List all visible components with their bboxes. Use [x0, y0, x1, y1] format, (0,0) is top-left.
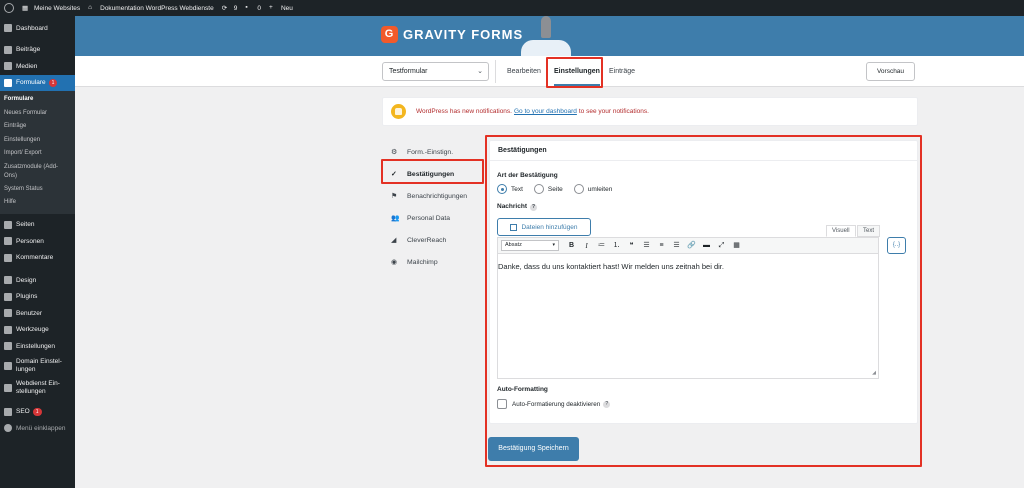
- seo-badge: 1: [32, 407, 42, 416]
- submenu-system-status[interactable]: System Status: [0, 183, 75, 197]
- brush-icon: [4, 276, 12, 285]
- mailchimp-icon: ◉: [391, 259, 397, 266]
- divider: [495, 60, 496, 83]
- updates-link[interactable]: ⟳ 9: [222, 4, 238, 13]
- pin-icon: [4, 45, 12, 54]
- settings-icon: [4, 342, 12, 351]
- gravity-forms-logo-icon: G: [381, 26, 398, 43]
- sites-icon: ▦: [22, 4, 29, 12]
- sidebar-item-users[interactable]: Benutzer: [0, 305, 75, 322]
- comment-icon: ▪: [245, 3, 248, 11]
- rocket-icon: [541, 16, 551, 38]
- gear-icon: ⚙: [391, 149, 398, 156]
- plus-icon: +: [268, 3, 273, 11]
- settings-nav-cleverreach[interactable]: ◢ CleverReach: [380, 229, 480, 251]
- submenu-addons[interactable]: Zusatzmodule (Add-Ons): [0, 161, 70, 183]
- sidebar-item-posts[interactable]: Beiträge: [0, 42, 75, 59]
- form-switcher[interactable]: Testformular ⌄: [382, 62, 489, 81]
- dashboard-link[interactable]: Go to your dashboard: [514, 108, 577, 115]
- people-icon: 👥: [391, 215, 400, 222]
- sidebar-item-people[interactable]: Personen: [0, 233, 75, 250]
- wrench-icon: [4, 325, 12, 334]
- sidebar-item-forms[interactable]: Formulare 1: [0, 74, 75, 91]
- sidebar-item-dashboard[interactable]: Dashboard: [0, 20, 75, 37]
- sidebar-item-comments[interactable]: Kommentare: [0, 250, 75, 267]
- tab-edit[interactable]: Bearbeiten: [507, 68, 541, 75]
- notification-notice: WordPress has new notifications. Go to y…: [382, 97, 918, 126]
- sidebar-item-pages[interactable]: Seiten: [0, 217, 75, 234]
- comments-link[interactable]: ▪ 0: [245, 4, 261, 13]
- admin-bar: ▦ Meine Websites ⌂ Dokumentation WordPress…: [0, 0, 1024, 16]
- submenu-help[interactable]: Hilfe: [0, 196, 75, 210]
- settings-nav-mailchimp[interactable]: ◉ Mailchimp: [380, 251, 480, 273]
- preview-button[interactable]: Vorschau: [866, 62, 915, 81]
- site-name-link[interactable]: ⌂ Dokumentation WordPress Webdienste: [88, 4, 214, 13]
- admin-sidebar: Dashboard Beiträge Medien Formulare 1 For…: [0, 16, 75, 488]
- forms-icon: [4, 78, 12, 87]
- forms-badge: 1: [48, 78, 58, 87]
- gravity-forms-logo: G GRAVITY FORMS: [381, 26, 523, 43]
- cleverreach-icon: ◢: [391, 237, 397, 244]
- seo-icon: [4, 407, 12, 416]
- flag-icon: ⚑: [391, 193, 398, 200]
- sidebar-item-seo[interactable]: SEO 1: [0, 404, 75, 421]
- sidebar-item-settings[interactable]: Einstellungen: [0, 338, 75, 355]
- highlight-settings-tab: [546, 57, 603, 88]
- highlight-main-panel: [485, 135, 922, 467]
- person-icon: [4, 237, 12, 246]
- submenu-settings[interactable]: Einstellungen: [0, 134, 75, 148]
- sidebar-item-webdienst-settings[interactable]: Webdienst Ein- stellungen: [0, 377, 75, 399]
- chevron-down-icon: ⌄: [477, 68, 483, 75]
- users-icon: [4, 309, 12, 318]
- new-content-link[interactable]: + Neu: [269, 4, 293, 13]
- sidebar-item-tools[interactable]: Werkzeuge: [0, 322, 75, 339]
- bell-icon: [391, 104, 406, 119]
- pages-icon: [4, 220, 12, 229]
- collapse-icon: [4, 424, 12, 433]
- gear-icon: [4, 361, 12, 370]
- home-icon: ⌂: [88, 3, 93, 11]
- settings-nav-personal-data[interactable]: 👥 Personal Data: [380, 207, 480, 229]
- submenu-forms[interactable]: Formulare: [0, 93, 75, 107]
- tab-entries[interactable]: Einträge: [609, 68, 635, 75]
- cloud-decoration: [521, 40, 571, 56]
- submenu-new-form[interactable]: Neues Formular: [0, 107, 75, 121]
- sidebar-item-plugins[interactable]: Plugins: [0, 289, 75, 306]
- wordpress-logo-icon[interactable]: [4, 3, 14, 13]
- gear-icon: [4, 383, 12, 392]
- sidebar-item-design[interactable]: Design: [0, 272, 75, 289]
- gf-header-banner: G GRAVITY FORMS: [75, 16, 1024, 56]
- submenu-import-export[interactable]: Import/ Export: [0, 147, 75, 161]
- dashboard-icon: [4, 24, 12, 33]
- submenu-entries[interactable]: Einträge: [0, 120, 75, 134]
- settings-nav-notifications[interactable]: ⚑ Benachrichtigungen: [380, 185, 480, 207]
- highlight-confirmations-nav: [381, 159, 484, 184]
- sidebar-item-domain-settings[interactable]: Domain Einstel- lungen: [0, 355, 75, 377]
- updates-icon: ⟳: [221, 4, 228, 12]
- plugin-icon: [4, 292, 12, 301]
- comment-icon: [4, 253, 12, 262]
- forms-submenu: Formulare Neues Formular Einträge Einste…: [0, 91, 75, 214]
- collapse-menu-button[interactable]: Menü einklappen: [0, 420, 75, 437]
- sidebar-item-media[interactable]: Medien: [0, 58, 75, 75]
- my-sites-link[interactable]: ▦ Meine Websites: [22, 4, 80, 13]
- media-icon: [4, 62, 12, 71]
